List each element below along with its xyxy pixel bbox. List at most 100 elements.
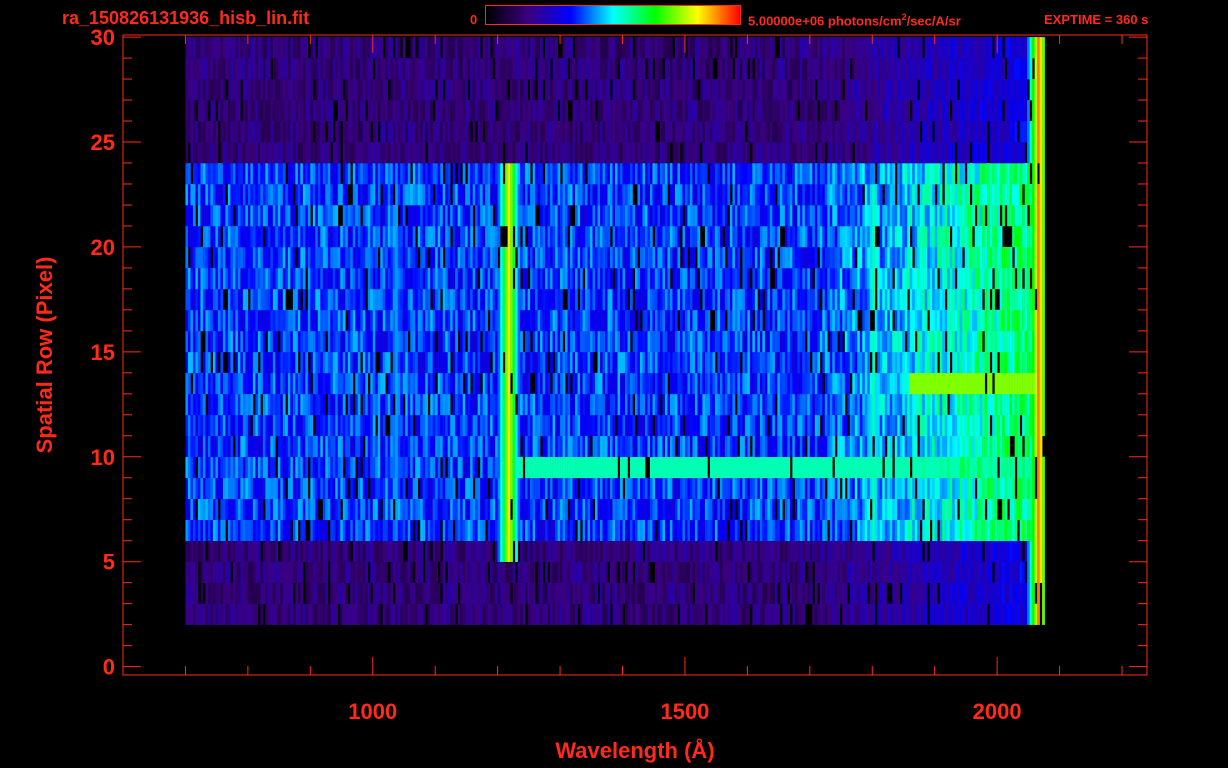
heatmap-cell xyxy=(877,351,881,374)
heatmap-cell xyxy=(380,330,384,353)
heatmap-cell xyxy=(799,414,803,437)
heatmap-cell xyxy=(657,540,661,562)
heatmap-cell xyxy=(737,456,741,479)
heatmap-cell xyxy=(317,456,321,479)
heatmap-cell xyxy=(857,435,861,458)
heatmap-cell xyxy=(649,498,653,521)
heatmap-cell xyxy=(874,498,878,521)
heatmap-cell xyxy=(814,561,818,583)
heatmap-cell xyxy=(1024,330,1028,353)
heatmap-cell xyxy=(924,372,928,395)
heatmap-cell xyxy=(734,582,738,604)
heatmap-cell xyxy=(255,561,259,583)
heatmap-cell xyxy=(440,603,443,625)
heatmap-cell xyxy=(822,561,826,583)
heatmap-cell xyxy=(630,603,633,625)
heatmap-cell xyxy=(852,561,856,583)
heatmap-cell xyxy=(455,540,458,562)
heatmap-cell xyxy=(240,477,244,500)
heatmap-cell xyxy=(237,372,241,395)
heatmap-cell xyxy=(782,456,786,479)
heatmap-cell xyxy=(630,372,633,395)
heatmap-cell xyxy=(407,519,411,542)
heatmap-cell xyxy=(465,309,468,332)
heatmap-cell xyxy=(347,540,351,562)
heatmap-cell xyxy=(620,477,623,500)
heatmap-cell xyxy=(515,288,518,311)
heatmap-cell xyxy=(687,435,691,458)
heatmap-cell xyxy=(270,561,274,583)
heatmap-cell xyxy=(435,393,438,416)
heatmap-cell xyxy=(597,477,601,500)
heatmap-cell xyxy=(500,414,503,437)
heatmap-cell xyxy=(717,519,721,542)
heatmap-cell xyxy=(605,582,608,604)
heatmap-cell xyxy=(857,330,861,353)
heatmap-cell xyxy=(784,519,788,542)
heatmap-cell xyxy=(719,393,723,416)
heatmap-cell xyxy=(442,540,446,562)
heatmap-cell xyxy=(365,582,369,604)
heatmap-cell xyxy=(310,456,314,479)
heatmap-cell xyxy=(642,477,646,500)
heatmap-cell xyxy=(974,309,978,332)
heatmap-cell xyxy=(717,435,721,458)
heatmap-cell xyxy=(232,309,236,332)
heatmap-cell xyxy=(250,435,254,458)
heatmap-cell xyxy=(772,351,776,374)
heatmap-cell xyxy=(952,351,955,374)
heatmap-cell xyxy=(939,309,943,332)
heatmap-cell xyxy=(944,582,948,604)
heatmap-cell xyxy=(197,477,201,500)
heatmap-cell xyxy=(290,561,294,583)
heatmap-cell xyxy=(817,351,821,374)
heatmap-cell xyxy=(502,456,506,479)
heatmap-cell xyxy=(297,414,301,437)
heatmap-cell xyxy=(644,582,648,604)
heatmap-cell xyxy=(1042,456,1045,479)
heatmap-cell xyxy=(467,372,471,395)
heatmap-cell xyxy=(889,351,893,374)
heatmap-cell xyxy=(657,477,661,500)
heatmap-cell xyxy=(537,540,541,562)
heatmap-cell xyxy=(275,414,279,437)
heatmap-cell xyxy=(475,603,478,625)
heatmap-cell xyxy=(899,435,903,458)
heatmap-cell xyxy=(784,477,788,500)
heatmap-cell xyxy=(212,561,216,583)
heatmap-cell xyxy=(689,330,693,353)
heatmap-cell xyxy=(929,477,933,500)
heatmap-cell xyxy=(897,351,901,374)
heatmap-cell xyxy=(437,519,441,542)
heatmap-cell xyxy=(792,309,796,332)
heatmap-cell xyxy=(979,582,983,604)
heatmap-cell xyxy=(265,414,269,437)
heatmap-cell xyxy=(722,498,726,521)
heatmap-cell xyxy=(465,393,468,416)
heatmap-cell xyxy=(490,498,493,521)
heatmap-cell xyxy=(490,435,493,458)
heatmap-cell xyxy=(1032,582,1035,604)
heatmap-cell xyxy=(407,393,411,416)
heatmap-cell xyxy=(580,498,583,521)
heatmap-cell xyxy=(555,372,558,395)
heatmap-cell xyxy=(255,351,259,374)
heatmap-cell xyxy=(587,435,591,458)
heatmap-cell xyxy=(1007,351,1010,374)
heatmap-cell xyxy=(380,393,384,416)
heatmap-cell xyxy=(292,456,296,479)
heatmap-cell xyxy=(1017,372,1020,395)
heatmap-cell xyxy=(862,435,866,458)
heatmap-cell xyxy=(667,330,671,353)
heatmap-cell xyxy=(612,456,616,479)
heatmap-cell xyxy=(570,414,573,437)
heatmap-cell xyxy=(804,309,808,332)
heatmap-cell xyxy=(215,351,219,374)
heatmap-cell xyxy=(235,288,239,311)
heatmap-cell xyxy=(502,393,506,416)
heatmap-cell xyxy=(575,456,578,479)
heatmap-cell xyxy=(537,456,541,479)
heatmap-cell xyxy=(622,351,626,374)
heatmap-cell xyxy=(400,309,404,332)
heatmap-cell xyxy=(432,414,436,437)
